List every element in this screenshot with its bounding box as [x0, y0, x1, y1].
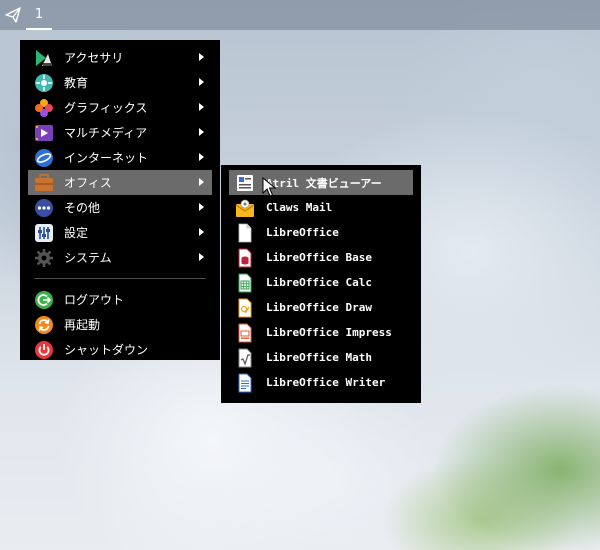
menu-item-shutdown[interactable]: シャットダウン: [28, 337, 212, 362]
libreoffice-base-icon: [235, 248, 255, 268]
submenu-arrow-icon: [199, 253, 204, 261]
menu-item-label: シャットダウン: [64, 343, 149, 357]
shutdown-icon: [34, 340, 54, 360]
menu-item-label: その他: [64, 201, 101, 215]
menu-item-logout[interactable]: ログアウト: [28, 287, 212, 312]
submenu-arrow-icon: [199, 128, 204, 136]
submenu-arrow-icon: [199, 103, 204, 111]
submenu-item-label: Claws Mail: [266, 201, 333, 214]
submenu-arrow-icon: [199, 53, 204, 61]
office-icon: [34, 173, 54, 193]
submenu-item-label: LibreOffice Base: [266, 251, 372, 264]
libreoffice-calc-icon: [235, 273, 255, 293]
taskbar: 1: [0, 0, 600, 30]
settings-icon: [34, 223, 54, 243]
submenu-arrow-icon: [199, 203, 204, 211]
libreoffice-draw-icon: [235, 298, 255, 318]
paper-plane-icon: [5, 7, 21, 23]
libreoffice-icon: [235, 223, 255, 243]
education-icon: [34, 73, 54, 93]
logout-icon: [34, 290, 54, 310]
multimedia-icon: [34, 123, 54, 143]
menu-item-label: アクセサリ: [64, 51, 124, 65]
menu-item-multimedia[interactable]: マルチメディア: [28, 120, 212, 145]
menu-item-office[interactable]: オフィス: [28, 170, 212, 195]
system-icon: [34, 248, 54, 268]
menu-item-other[interactable]: その他: [28, 195, 212, 220]
libreoffice-writer-icon: [235, 373, 255, 393]
submenu-item-libreoffice-base[interactable]: LibreOffice Base: [229, 245, 413, 270]
menu-item-system[interactable]: システム: [28, 245, 212, 270]
menu-item-internet[interactable]: インターネット: [28, 145, 212, 170]
other-icon: [34, 198, 54, 218]
mouse-cursor-icon: [262, 177, 276, 197]
submenu-arrow-icon: [199, 178, 204, 186]
office-submenu: Atril 文書ビューアー Claws Mail LibreOffice Lib…: [221, 165, 421, 403]
submenu-item-label: LibreOffice Writer: [266, 376, 386, 389]
submenu-item-label: LibreOffice Math: [266, 351, 372, 364]
submenu-item-libreoffice-impress[interactable]: LibreOffice Impress: [229, 320, 413, 345]
menu-item-label: システム: [64, 251, 112, 265]
submenu-arrow-icon: [199, 228, 204, 236]
submenu-item-libreoffice-calc[interactable]: LibreOffice Calc: [229, 270, 413, 295]
libreoffice-math-icon: [235, 348, 255, 368]
submenu-arrow-icon: [199, 153, 204, 161]
submenu-item-label: Atril 文書ビューアー: [266, 176, 382, 190]
menu-item-label: 設定: [64, 226, 89, 240]
atril-document-viewer-icon: [235, 173, 255, 193]
menu-item-label: オフィス: [64, 176, 112, 190]
libreoffice-impress-icon: [235, 323, 255, 343]
menu-item-label: インターネット: [64, 151, 149, 165]
accessories-icon: [34, 48, 54, 68]
menu-item-settings[interactable]: 設定: [28, 220, 212, 245]
submenu-item-label: LibreOffice: [266, 226, 339, 239]
submenu-item-atril[interactable]: Atril 文書ビューアー: [229, 170, 413, 195]
reboot-icon: [34, 315, 54, 335]
internet-icon: [34, 148, 54, 168]
submenu-item-claws-mail[interactable]: Claws Mail: [229, 195, 413, 220]
menu-item-label: グラフィックス: [64, 101, 148, 115]
submenu-item-libreoffice[interactable]: LibreOffice: [229, 220, 413, 245]
menu-item-label: 教育: [64, 76, 89, 90]
submenu-item-label: LibreOffice Draw: [266, 301, 372, 314]
menu-item-reboot[interactable]: 再起動: [28, 312, 212, 337]
submenu-item-libreoffice-draw[interactable]: LibreOffice Draw: [229, 295, 413, 320]
app-menu-launcher-button[interactable]: [0, 0, 26, 30]
submenu-item-libreoffice-math[interactable]: LibreOffice Math: [229, 345, 413, 370]
menu-item-graphics[interactable]: グラフィックス: [28, 95, 212, 120]
menu-item-label: 再起動: [64, 318, 101, 332]
submenu-arrow-icon: [199, 78, 204, 86]
claws-mail-icon: [235, 198, 255, 218]
submenu-item-label: LibreOffice Impress: [266, 326, 392, 339]
menu-item-label: ログアウト: [64, 293, 125, 307]
graphics-icon: [34, 98, 54, 118]
application-menu: アクセサリ 教育 グラフィックス マルチメディア インターネット オフィス その…: [20, 40, 220, 360]
menu-item-accessories[interactable]: アクセサリ: [28, 45, 212, 70]
submenu-item-libreoffice-writer[interactable]: LibreOffice Writer: [229, 370, 413, 395]
submenu-item-label: LibreOffice Calc: [266, 276, 372, 289]
menu-item-education[interactable]: 教育: [28, 70, 212, 95]
workspace-1-button[interactable]: 1: [26, 0, 52, 30]
menu-item-label: マルチメディア: [64, 126, 148, 140]
menu-separator: [34, 278, 206, 279]
